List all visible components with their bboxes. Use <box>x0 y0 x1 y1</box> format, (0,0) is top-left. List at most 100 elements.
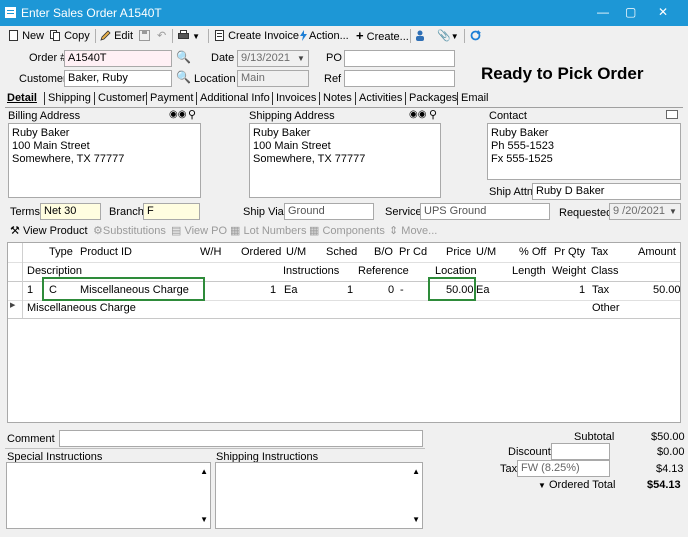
view-product-button[interactable]: ⚒ View Product <box>10 223 88 239</box>
new-button[interactable]: New <box>8 28 44 44</box>
tab-notes[interactable]: Notes <box>323 90 352 106</box>
minimize-button[interactable]: — <box>597 4 609 20</box>
po-field[interactable] <box>344 50 455 67</box>
attachment-button[interactable]: 📎▼ <box>437 28 459 44</box>
cell-bo[interactable]: 0 <box>388 281 394 299</box>
title-bar: Enter Sales Order A1540T — ▢ ✕ <box>0 0 688 26</box>
action-button[interactable]: Action... <box>298 28 349 44</box>
chevron-down-icon[interactable]: ▼ <box>294 51 308 66</box>
maximize-button[interactable]: ▢ <box>625 4 636 20</box>
tab-packages[interactable]: Packages <box>409 90 457 106</box>
view-po-button[interactable]: ▤ View PO <box>171 223 227 239</box>
card-icon[interactable] <box>666 110 678 119</box>
special-instructions-box[interactable]: ▲ ▼ <box>6 462 211 529</box>
create-button[interactable]: + Create... <box>356 28 409 44</box>
column-header[interactable]: Ordered <box>241 243 281 262</box>
column-header[interactable]: Type <box>49 243 73 262</box>
column-header[interactable]: Class <box>591 262 619 281</box>
scroll-up-icon[interactable]: ▲ <box>412 465 420 478</box>
lot-numbers-button[interactable]: ▦ Lot Numbers <box>230 223 306 239</box>
search-icon[interactable]: 🔍 <box>176 50 191 64</box>
copy-button[interactable]: Copy <box>50 28 90 44</box>
location-field[interactable]: Main <box>237 70 309 87</box>
move-button[interactable]: ⇕ Move... <box>389 223 437 239</box>
print-button[interactable]: ▼ <box>178 28 200 44</box>
branch-field[interactable]: F <box>143 203 200 220</box>
cell-um[interactable]: Ea <box>284 281 297 299</box>
column-header[interactable]: Sched <box>326 243 357 262</box>
column-header[interactable]: U/M <box>476 243 496 262</box>
column-header[interactable]: U/M <box>286 243 306 262</box>
terms-field[interactable]: Net 30 <box>40 203 101 220</box>
components-button[interactable]: ▦ Components <box>309 223 385 239</box>
column-header[interactable]: Product ID <box>80 243 132 262</box>
customer-field[interactable]: Baker, Ruby <box>64 70 172 87</box>
column-header[interactable]: Reference <box>358 262 409 281</box>
cell-pr-cd[interactable]: - <box>400 281 404 299</box>
column-header[interactable]: % Off <box>519 243 546 262</box>
edit-button[interactable]: Edit <box>100 28 133 44</box>
tab-customer[interactable]: Customer <box>98 90 146 106</box>
service-field[interactable]: UPS Ground <box>420 203 550 220</box>
map-pin-icon[interactable]: ⚲ <box>429 108 437 121</box>
cell-ordered[interactable]: 1 <box>270 281 276 299</box>
ship-via-field[interactable]: Ground <box>284 203 374 220</box>
contact-box[interactable]: Ruby Baker Ph 555-1523 Fx 555-1525 <box>487 123 681 180</box>
billing-address-box[interactable]: Ruby Baker 100 Main Street Somewhere, TX… <box>8 123 201 198</box>
tab-payment[interactable]: Payment <box>150 90 193 106</box>
billing-line: 100 Main Street <box>12 140 90 152</box>
undo-button[interactable]: ↶ <box>157 28 166 44</box>
tab-activities[interactable]: Activities <box>359 90 402 106</box>
comment-field[interactable] <box>59 430 423 447</box>
shipping-instructions-box[interactable]: ▲ ▼ <box>215 462 423 529</box>
order-number-field[interactable]: A1540T <box>64 50 172 67</box>
tab-invoices[interactable]: Invoices <box>276 90 316 106</box>
tab-shipping[interactable]: Shipping <box>48 90 91 106</box>
column-header[interactable]: Instructions <box>283 262 339 281</box>
chevron-down-icon[interactable]: ▼ <box>666 204 680 219</box>
date-field[interactable]: 9/13/2021 ▼ <box>237 50 309 67</box>
map-pin-icon[interactable]: ⚲ <box>188 108 196 121</box>
requested-date-field[interactable]: 9 /20/2021 ▼ <box>609 203 681 220</box>
close-button[interactable]: ✕ <box>658 4 668 20</box>
cell-sched[interactable]: 1 <box>347 281 353 299</box>
column-header[interactable]: Pr Cd <box>399 243 427 262</box>
discount-field[interactable] <box>551 443 610 460</box>
tab-detail[interactable]: Detail <box>7 90 37 106</box>
column-header[interactable]: Tax <box>591 243 608 262</box>
column-header[interactable]: Weight <box>552 262 586 281</box>
column-header[interactable]: Price <box>446 243 471 262</box>
ref-field[interactable] <box>344 70 455 87</box>
cell-pr-qty[interactable]: 1 <box>579 281 585 299</box>
column-header[interactable]: Length <box>512 262 546 281</box>
cell-description[interactable]: Miscellaneous Charge <box>27 299 136 317</box>
ship-attn-field[interactable]: Ruby D Baker <box>532 183 681 200</box>
scroll-up-icon[interactable]: ▲ <box>200 465 208 478</box>
create-invoice-button[interactable]: Create Invoice <box>214 28 299 44</box>
column-header[interactable]: Amount <box>638 243 676 262</box>
ordered-total-label[interactable]: ▼ Ordered Total <box>538 478 615 493</box>
tax-field[interactable]: FW (8.25%) <box>517 460 610 477</box>
scroll-down-icon[interactable]: ▼ <box>412 513 420 526</box>
column-header[interactable]: B/O <box>374 243 393 262</box>
column-header[interactable]: W/H <box>200 243 221 262</box>
shipping-address-box[interactable]: Ruby Baker 100 Main Street Somewhere, TX… <box>249 123 441 198</box>
cell-um2[interactable]: Ea <box>476 281 489 299</box>
cell-class[interactable]: Other <box>592 299 620 317</box>
users-button[interactable] <box>416 28 427 44</box>
substitutions-button[interactable]: ⚙Substitutions <box>93 223 166 239</box>
order-lines-grid: Type Product ID W/H Ordered U/M Sched B/… <box>7 242 681 423</box>
binoculars-icon[interactable]: ◉◉ <box>409 109 426 120</box>
tab-additional-info[interactable]: Additional Info <box>200 90 270 106</box>
binoculars-icon[interactable]: ◉◉ <box>169 109 186 120</box>
cell-amount[interactable]: 50.00 <box>653 281 680 299</box>
search-icon[interactable]: 🔍 <box>176 70 191 84</box>
save-button[interactable] <box>139 28 150 44</box>
cell-tax[interactable]: Tax <box>592 281 609 299</box>
tab-email[interactable]: Email <box>461 90 489 106</box>
column-header[interactable]: Pr Qty <box>554 243 585 262</box>
ordered-total-text: Ordered Total <box>548 479 616 491</box>
scroll-down-icon[interactable]: ▼ <box>200 513 208 526</box>
refresh-button[interactable] <box>470 28 481 44</box>
gears-icon: ⚙ <box>93 225 103 237</box>
